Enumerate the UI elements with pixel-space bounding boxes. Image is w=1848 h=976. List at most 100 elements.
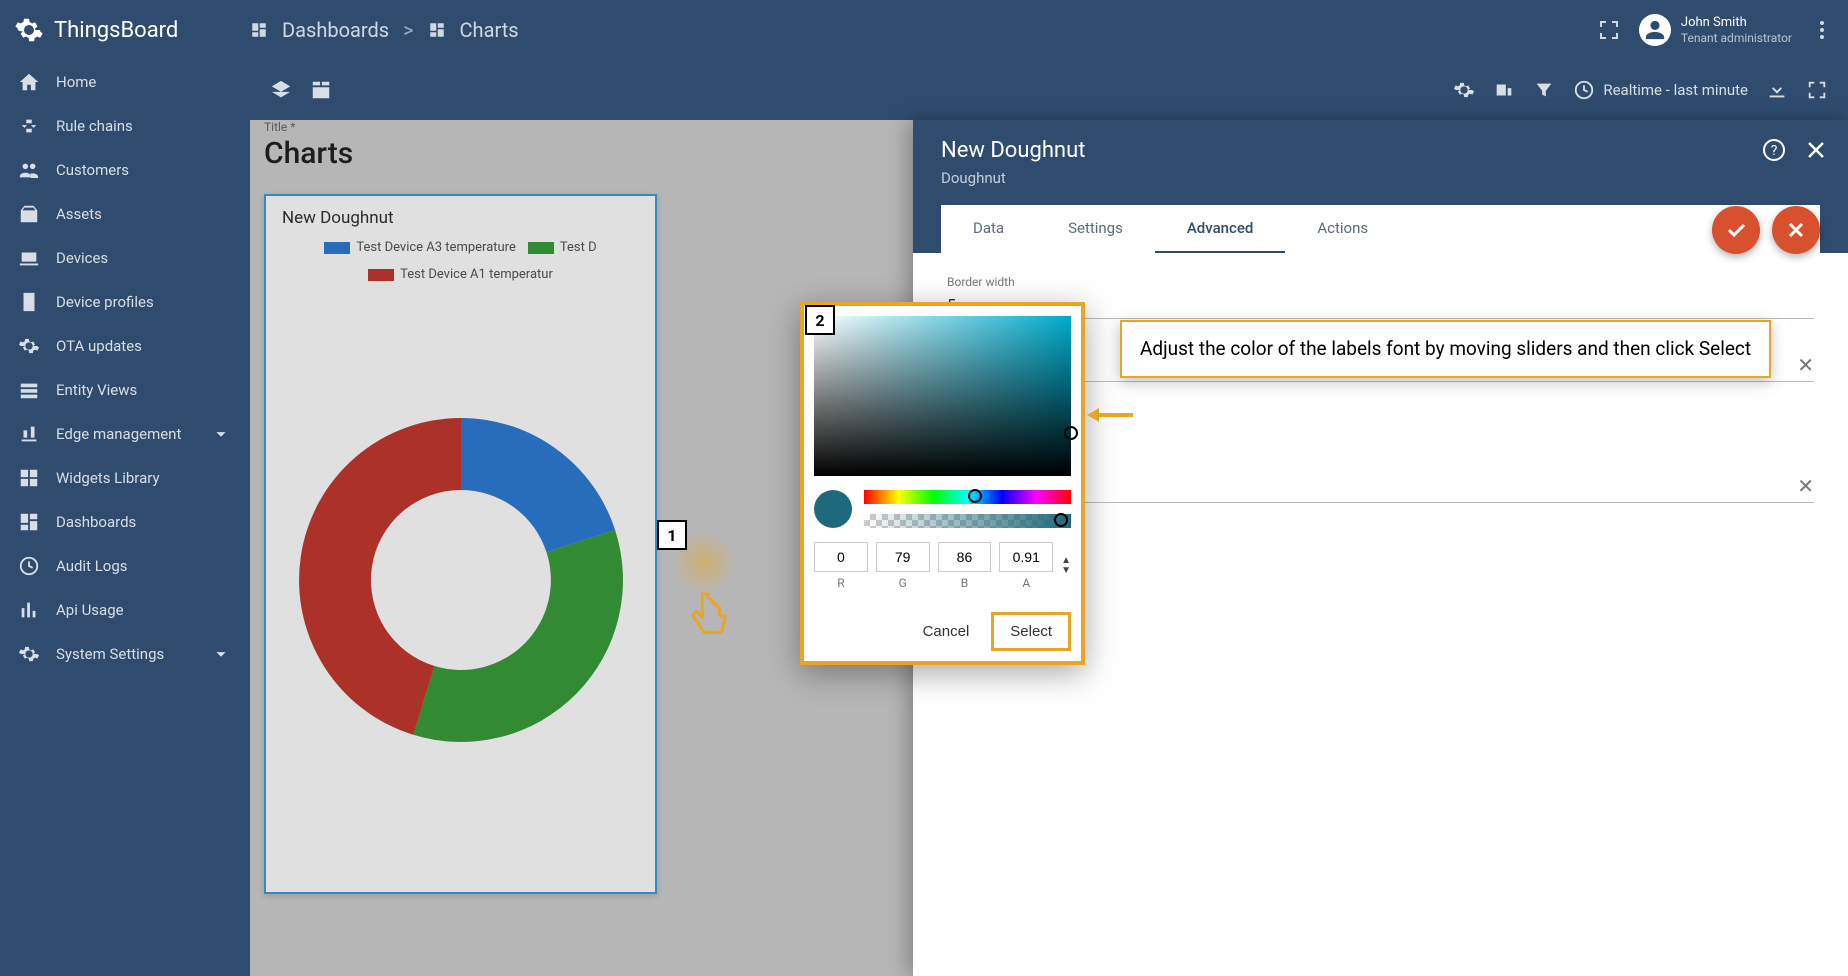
sidebar-item-edge[interactable]: Edge management: [0, 412, 250, 456]
time-window-label: Realtime - last minute: [1603, 81, 1748, 99]
clock-icon: [1573, 79, 1595, 101]
accept-button[interactable]: [1712, 206, 1760, 254]
topbar: ThingsBoard Dashboards > Charts John Smi…: [0, 0, 1848, 60]
breadcrumb: Dashboards > Charts: [250, 18, 519, 42]
widgets-icon: [18, 467, 40, 489]
alpha-thumb[interactable]: [1054, 513, 1068, 527]
dashboard-icon: [428, 21, 446, 39]
edge-icon: [18, 423, 40, 445]
panel-tabs: Data Settings Advanced Actions: [941, 205, 1820, 253]
sidebar-item-label: Dashboards: [56, 513, 136, 531]
tab-advanced[interactable]: Advanced: [1155, 205, 1285, 253]
sidebar-item-settings[interactable]: System Settings: [0, 632, 250, 676]
a-input[interactable]: [999, 542, 1053, 572]
sidebar-item-rule-chains[interactable]: Rule chains: [0, 104, 250, 148]
sidebar-item-ota[interactable]: OTA updates: [0, 324, 250, 368]
chevron-down-icon: [210, 643, 232, 665]
sidebar-item-assets[interactable]: Assets: [0, 192, 250, 236]
hue-slider[interactable]: [864, 490, 1071, 504]
sidebar-item-label: Edge management: [56, 425, 181, 443]
dashboard-icon: [250, 21, 268, 39]
sidebar-item-label: OTA updates: [56, 337, 142, 355]
filter-icon[interactable]: [1533, 79, 1555, 101]
check-icon: [1724, 218, 1748, 242]
sidebar-item-label: Api Usage: [56, 601, 124, 619]
sidebar-item-entity-views[interactable]: Entity Views: [0, 368, 250, 412]
saturation-cursor[interactable]: [1064, 426, 1078, 440]
pointer-hand-icon: [685, 590, 731, 648]
close-icon[interactable]: [1804, 138, 1828, 162]
hue-thumb[interactable]: [968, 489, 982, 503]
gear-icon: [18, 335, 40, 357]
panel-title: New Doughnut: [941, 138, 1820, 163]
r-input[interactable]: [814, 542, 868, 572]
sidebar-item-dashboards[interactable]: Dashboards: [0, 500, 250, 544]
decline-button[interactable]: [1772, 206, 1820, 254]
svg-text:?: ?: [1771, 143, 1778, 159]
sidebar-item-label: Device profiles: [56, 293, 154, 311]
help-icon[interactable]: ?: [1762, 138, 1786, 162]
border-width-label: Border width: [947, 275, 1814, 289]
more-vert-icon[interactable]: [1810, 18, 1834, 42]
app-logo[interactable]: ThingsBoard: [14, 15, 250, 45]
clear-icon[interactable]: ✕: [1797, 353, 1814, 377]
alpha-slider[interactable]: [864, 514, 1071, 528]
grid-icon[interactable]: [310, 79, 332, 101]
sidebar-item-label: Devices: [56, 249, 108, 267]
annotation-step-1: 1: [657, 520, 687, 550]
b-input[interactable]: [938, 542, 992, 572]
fullscreen-icon[interactable]: [1597, 18, 1621, 42]
fullscreen-icon[interactable]: [1806, 79, 1828, 101]
tab-settings[interactable]: Settings: [1036, 205, 1155, 253]
rule-icon: [18, 115, 40, 137]
g-input[interactable]: [876, 542, 930, 572]
avatar: [1639, 14, 1671, 46]
select-button[interactable]: Select: [991, 612, 1071, 651]
gear-icon[interactable]: [1453, 79, 1475, 101]
cancel-button[interactable]: Cancel: [907, 612, 986, 651]
sidebar: Home Rule chains Customers Assets Device…: [0, 60, 250, 976]
sidebar-item-customers[interactable]: Customers: [0, 148, 250, 192]
color-preview: [814, 490, 852, 528]
people-icon: [18, 159, 40, 181]
tab-actions[interactable]: Actions: [1285, 205, 1400, 253]
audit-icon: [18, 555, 40, 577]
saturation-field[interactable]: [814, 316, 1071, 476]
user-menu[interactable]: John Smith Tenant administrator: [1639, 14, 1792, 46]
chevron-down-icon: [210, 423, 232, 445]
sidebar-item-label: Entity Views: [56, 381, 137, 399]
breadcrumb-parent[interactable]: Dashboards: [282, 18, 389, 42]
devices-icon: [18, 247, 40, 269]
tab-data[interactable]: Data: [941, 205, 1036, 253]
dashboard-toolbar: Realtime - last minute: [250, 60, 1848, 120]
color-picker: R G B A ▲▼ Cancel Select: [800, 302, 1085, 665]
user-role: Tenant administrator: [1681, 31, 1792, 45]
sidebar-item-widgets[interactable]: Widgets Library: [0, 456, 250, 500]
user-name: John Smith: [1681, 15, 1792, 31]
sidebar-item-label: Customers: [56, 161, 129, 179]
sidebar-item-home[interactable]: Home: [0, 60, 250, 104]
panel-subtitle: Doughnut: [941, 169, 1820, 187]
breadcrumb-separator: >: [403, 18, 413, 42]
annotation-tip: Adjust the color of the labels font by m…: [1120, 320, 1771, 378]
views-icon: [18, 379, 40, 401]
labels-font-color-label: Labels font co: [979, 458, 1814, 472]
r-label: R: [837, 576, 844, 590]
time-window[interactable]: Realtime - last minute: [1573, 79, 1748, 101]
layers-icon[interactable]: [270, 79, 292, 101]
entity-icon[interactable]: [1493, 79, 1515, 101]
sidebar-item-label: Audit Logs: [56, 557, 128, 575]
clear-icon[interactable]: ✕: [1797, 474, 1814, 498]
sidebar-item-api[interactable]: Api Usage: [0, 588, 250, 632]
sidebar-item-audit[interactable]: Audit Logs: [0, 544, 250, 588]
format-stepper[interactable]: ▲▼: [1061, 556, 1071, 576]
download-icon[interactable]: [1766, 79, 1788, 101]
sidebar-item-label: Home: [56, 73, 96, 91]
sidebar-item-label: Rule chains: [56, 117, 133, 135]
sidebar-item-device-profiles[interactable]: Device profiles: [0, 280, 250, 324]
home-icon: [18, 71, 40, 93]
breadcrumb-current: Charts: [460, 18, 519, 42]
arrow-icon: [1085, 400, 1135, 430]
sidebar-item-devices[interactable]: Devices: [0, 236, 250, 280]
app-name: ThingsBoard: [54, 18, 178, 43]
